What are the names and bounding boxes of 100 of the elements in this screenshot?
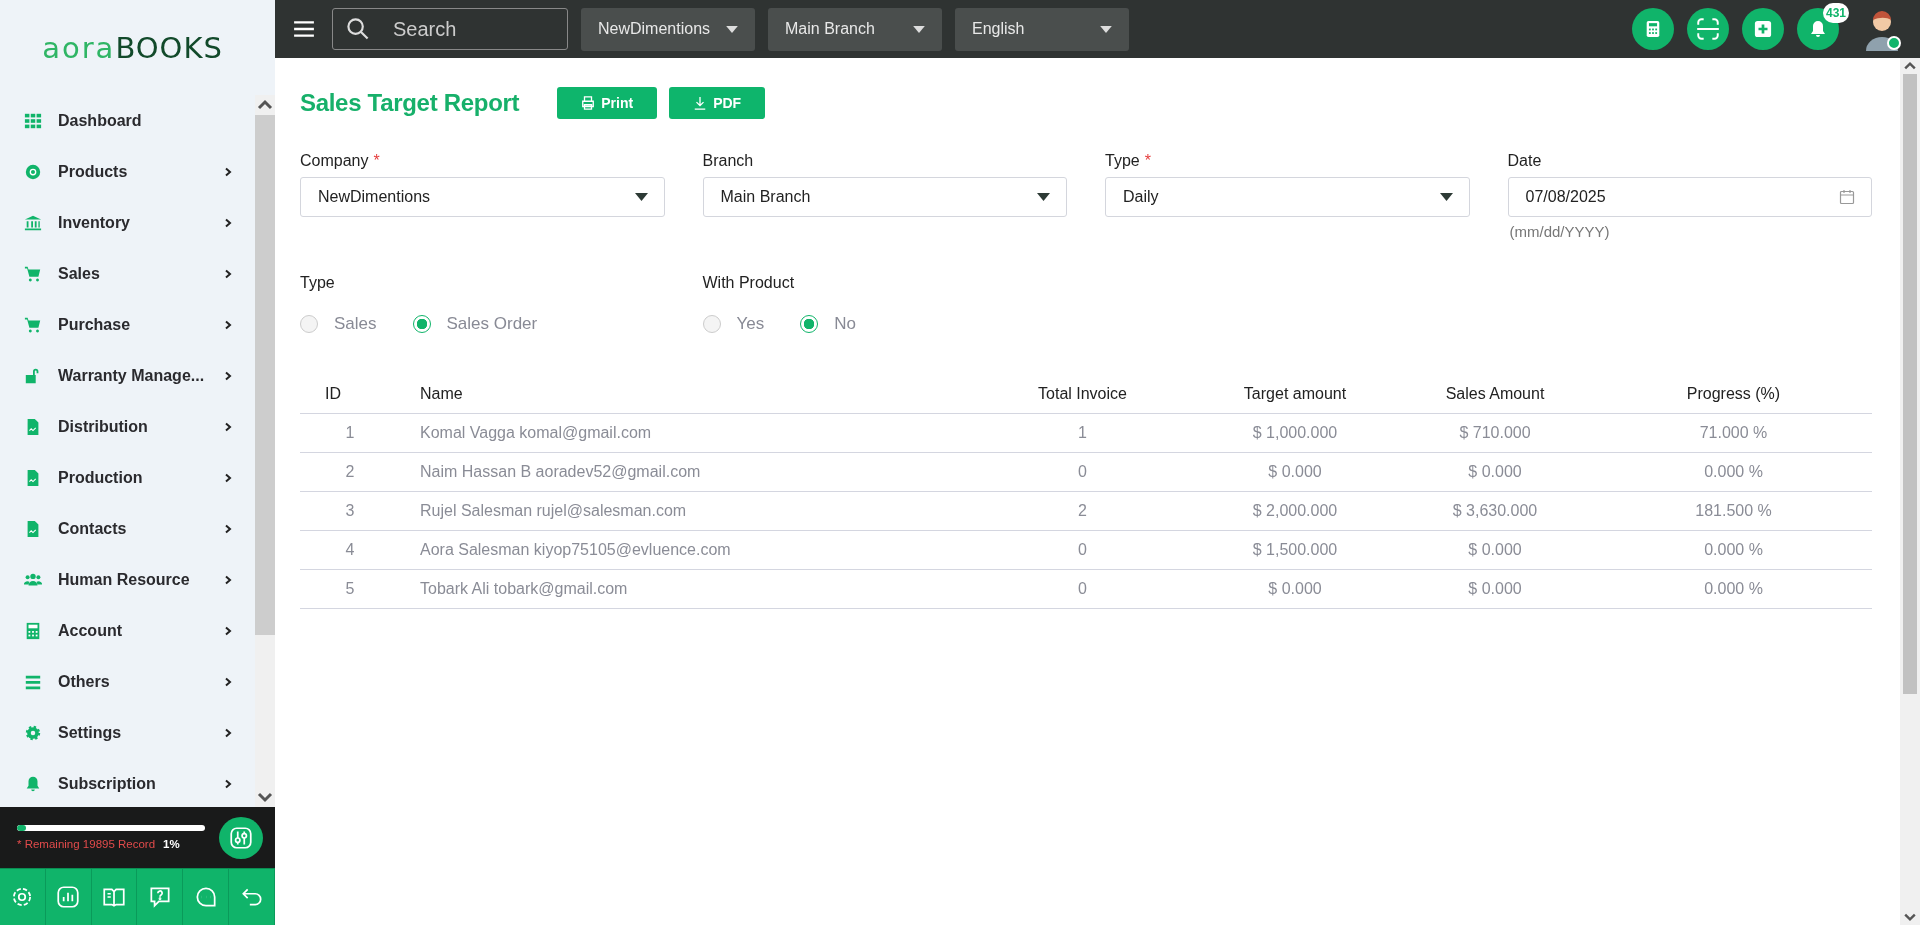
column-header: Name [400,374,970,414]
selector-dropdown[interactable]: NewDimentions [581,7,755,51]
table-cell: 0 [970,530,1195,570]
bank-icon [24,213,42,232]
caret-icon [726,25,738,33]
date-field[interactable]: 07/08/2025 [1507,177,1872,217]
column-header: Total Invoice [970,374,1195,414]
menu-icon [293,18,315,40]
sidebar-item[interactable]: Warranty Manage... [0,350,255,401]
table-cell: $ 0.000 [1395,530,1595,570]
plus-square-icon [1754,20,1772,38]
logo: aora BOOKS [41,29,224,67]
bell-icon [24,774,42,793]
table-cell: $ 0.000 [1195,569,1395,609]
select-field[interactable]: NewDimentions [300,177,665,217]
table-cell: 181.500 % [1595,491,1872,531]
page-title: Sales Target Report [300,89,520,117]
add-button[interactable] [1742,8,1784,50]
caret-icon [1037,193,1050,201]
table-cell: Komal Vagga komal@gmail.com [400,413,970,453]
group-label: With Product [702,274,795,292]
radio-option[interactable]: Yes [702,314,765,334]
coin-icon [24,162,42,181]
cart-icon [24,315,42,334]
required-mark: * [1144,152,1151,170]
sidebar-item[interactable]: Distribution [0,401,255,452]
table-cell: Tobark Ali tobark@gmail.com [400,569,970,609]
sidebar-item[interactable]: Account [0,605,255,656]
scrollbar[interactable] [255,95,275,807]
table-cell: 2 [970,491,1195,531]
radio-button[interactable] [300,315,318,333]
bell-icon [1808,19,1828,39]
caret-icon [913,25,925,33]
sliders-button[interactable] [219,816,263,859]
column-header: Progress (%) [1595,374,1872,414]
sidebar-item[interactable]: Purchase [0,299,255,350]
table-cell: Aora Salesman kiyop75105@evluence.com [400,530,970,570]
sidebar-item[interactable]: Dashboard [0,95,255,146]
table-cell: $ 710.000 [1395,413,1595,453]
radio-button[interactable] [412,315,431,333]
table-cell: 0.000 % [1595,530,1872,570]
cart-icon [24,264,42,283]
table-cell: 1 [300,413,400,453]
field-label: Type [1105,152,1140,170]
scrollbar[interactable] [1900,58,1920,925]
table-cell: $ 1,500.000 [1195,530,1395,570]
calculator-button[interactable] [1632,8,1674,50]
table-cell: 2 [300,452,400,492]
search-icon [346,17,370,41]
table-cell: 1 [970,413,1195,453]
radio-button[interactable] [800,315,819,333]
table-cell: 0 [970,569,1195,609]
calendar-icon [1839,189,1855,205]
radio-option[interactable]: Sales [300,314,377,334]
sidebar-item[interactable]: Others [0,656,255,707]
date-format-hint: (mm/dd/YYYY) [1509,223,1611,240]
table-cell: 0.000 % [1595,569,1872,609]
caret-icon [1439,193,1453,201]
sidebar-item[interactable]: Inventory [0,197,255,248]
download-icon [693,96,708,110]
sidebar-item[interactable]: Sales [0,248,255,299]
table-cell: $ 3,630.000 [1395,491,1595,531]
table-cell: 5 [300,569,400,609]
table-cell: $ 1,000.000 [1195,413,1395,453]
field-label: Branch [702,152,754,170]
table-cell: $ 2,000.000 [1195,491,1395,531]
table-cell: Rujel Salesman rujel@salesman.com [400,491,970,531]
radio-option[interactable]: Sales Order [412,314,538,334]
selector-dropdown[interactable]: English [955,7,1129,51]
table-cell: $ 0.000 [1195,452,1395,492]
sidebar-item[interactable]: Human Resource [0,554,255,605]
select-field[interactable]: Daily [1105,177,1470,217]
sidebar-item[interactable]: Products [0,146,255,197]
radio-button[interactable] [702,315,721,333]
caret-icon [634,193,648,201]
selector-dropdown[interactable]: Main Branch [768,7,942,51]
select-field[interactable]: Main Branch [702,177,1067,217]
table-cell: 0.000 % [1595,452,1872,492]
table-cell: 3 [300,491,400,531]
sliders-icon [228,824,254,851]
grid-icon [24,111,42,130]
field-label: Company [300,152,369,170]
search-field[interactable]: Search [332,8,568,50]
sidebar-item[interactable]: Settings [0,707,255,758]
table-cell: 71.000 % [1595,413,1872,453]
scan-icon [1695,16,1721,42]
menu-button[interactable] [293,18,315,40]
table-cell: $ 0.000 [1395,452,1595,492]
calculator-icon [24,621,42,640]
usage-percent: 1% [163,838,180,850]
scan-button[interactable] [1687,8,1729,50]
sidebar-item[interactable]: Production [0,452,255,503]
sidebar-item[interactable]: Subscription [0,758,255,807]
notification-badge: 431 [1822,3,1849,23]
column-header: Target amount [1195,374,1395,414]
column-header: Sales Amount [1395,374,1595,414]
sidebar-item[interactable]: Contacts [0,503,255,554]
gear-icon [24,723,42,742]
group-label: Type [300,274,335,292]
calculator-icon [1644,20,1662,38]
